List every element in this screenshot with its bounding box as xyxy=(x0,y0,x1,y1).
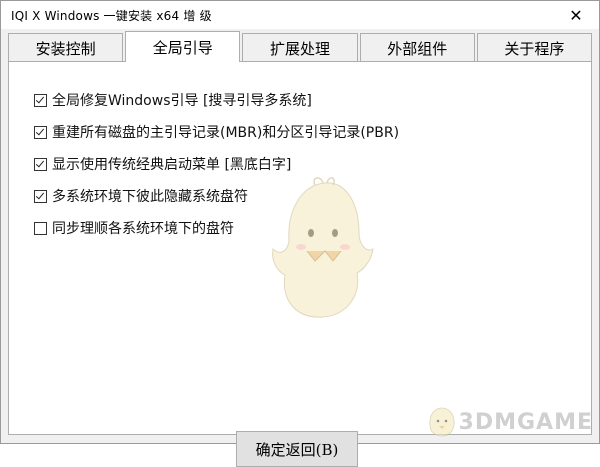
option-sync-drive-letters[interactable]: 同步理顺各系统环境下的盘符 xyxy=(34,218,399,238)
checkbox[interactable] xyxy=(34,221,47,235)
checkbox[interactable] xyxy=(34,125,47,139)
tab-bar: 安装控制 全局引导 扩展处理 外部组件 关于程序 xyxy=(8,31,593,62)
checkbox[interactable] xyxy=(34,157,47,171)
boot-options-list: 全局修复Windows引导 [搜寻引导多系统] 重建所有磁盘的主引导记录(MBR… xyxy=(34,90,399,250)
option-classic-boot-menu[interactable]: 显示使用传统经典启动菜单 [黑底白字] xyxy=(34,154,399,174)
tab-global-boot[interactable]: 全局引导 xyxy=(125,31,241,62)
tab-about-program[interactable]: 关于程序 xyxy=(476,33,593,62)
app-window: IQI X Windows 一键安装 x64 增 级 ✕ 安装控制 全局引导 扩… xyxy=(0,0,600,467)
tab-external-components[interactable]: 外部组件 xyxy=(359,33,475,62)
checkbox[interactable] xyxy=(34,93,47,107)
title-bar: IQI X Windows 一键安装 x64 增 级 ✕ xyxy=(1,1,599,29)
checkbox[interactable] xyxy=(34,189,47,203)
tab-extended-processing[interactable]: 扩展处理 xyxy=(242,33,358,62)
option-label: 重建所有磁盘的主引导记录(MBR)和分区引导记录(PBR) xyxy=(52,125,400,141)
option-label: 全局修复Windows引导 [搜寻引导多系统] xyxy=(52,93,312,109)
option-hide-system-drives[interactable]: 多系统环境下彼此隐藏系统盘符 xyxy=(34,186,399,206)
option-label: 多系统环境下彼此隐藏系统盘符 xyxy=(52,189,248,205)
window-title: IQI X Windows 一键安装 x64 增 级 xyxy=(11,8,212,23)
tab-install-control[interactable]: 安装控制 xyxy=(8,33,124,62)
option-label: 显示使用传统经典启动菜单 [黑底白字] xyxy=(52,157,292,173)
option-repair-windows-boot[interactable]: 全局修复Windows引导 [搜寻引导多系统] xyxy=(34,90,399,110)
confirm-return-button[interactable]: 确定返回(B) xyxy=(236,431,358,467)
tab-panel-global-boot: 全局修复Windows引导 [搜寻引导多系统] 重建所有磁盘的主引导记录(MBR… xyxy=(8,61,592,467)
option-label: 同步理顺各系统环境下的盘符 xyxy=(52,221,234,237)
option-rebuild-mbr-pbr[interactable]: 重建所有磁盘的主引导记录(MBR)和分区引导记录(PBR) xyxy=(34,122,399,142)
close-icon[interactable]: ✕ xyxy=(553,1,599,29)
